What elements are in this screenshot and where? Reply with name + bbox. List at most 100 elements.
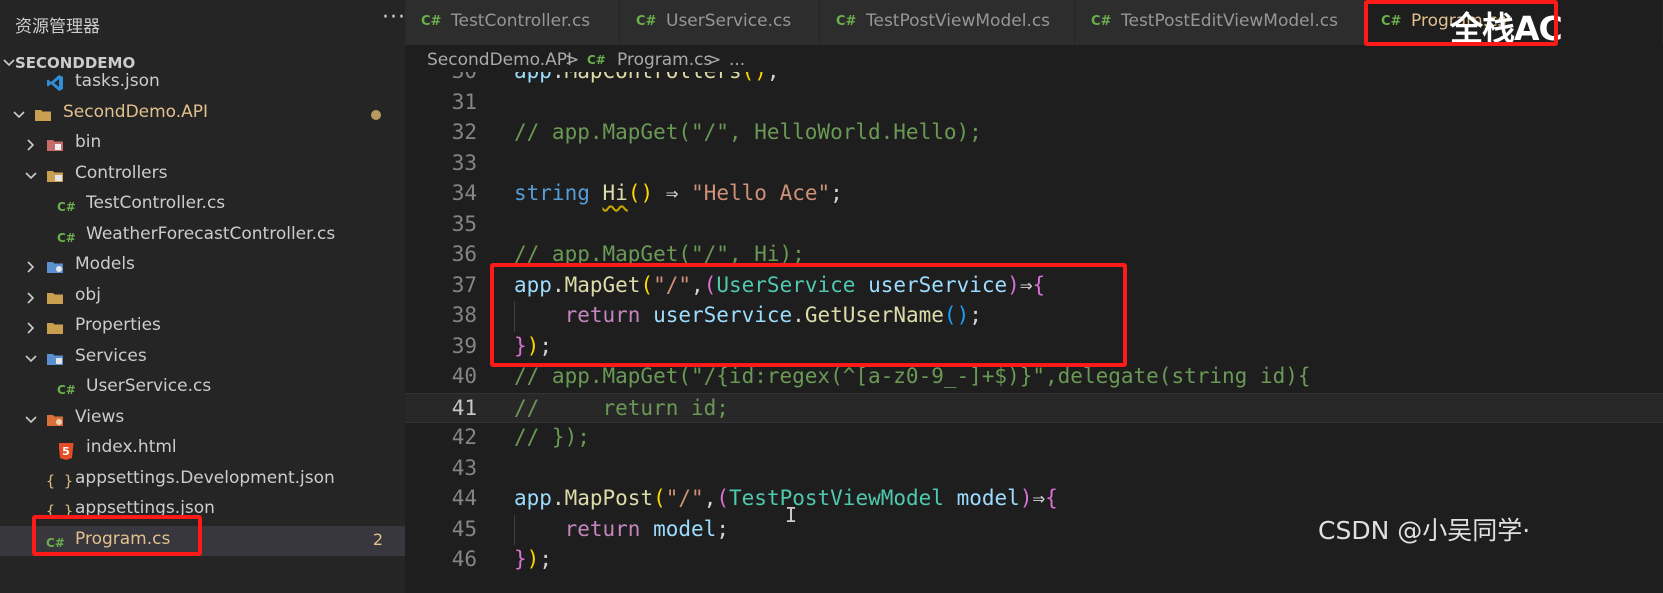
code-text: });: [514, 334, 552, 358]
tree-item[interactable]: C# WeatherForecastController.cs: [0, 221, 405, 252]
code-token: (: [703, 272, 717, 297]
tree-item[interactable]: SecondDemo.API: [0, 99, 405, 130]
code-token: // app.MapGet("/", HelloWorld.Hello);: [514, 120, 982, 144]
chevron-down-icon[interactable]: [24, 351, 38, 371]
code-token: userService: [868, 272, 1008, 297]
chevron-right-icon[interactable]: [24, 320, 38, 340]
tree-item[interactable]: obj: [0, 282, 405, 313]
line-number: 32: [451, 120, 477, 144]
code-token: }: [514, 333, 527, 358]
code-token: app: [514, 272, 552, 297]
code-token: (: [640, 272, 654, 297]
code-line[interactable]: 44 app.MapPost("/",(TestPostViewModel mod…: [405, 484, 1663, 515]
tree-item[interactable]: Controllers: [0, 160, 405, 191]
code-line[interactable]: 46});: [405, 545, 1663, 576]
breadcrumb-tail[interactable]: ...: [729, 50, 745, 70]
csharp-icon: C#: [1381, 14, 1402, 29]
views-folder-icon: [46, 410, 64, 428]
tab-testpostviewmodel[interactable]: C# TestPostViewModel.cs: [820, 0, 1075, 45]
code-token: "/": [653, 272, 692, 297]
code-line[interactable]: 34 string Hi() ⇒ "Hello Ace";: [405, 179, 1663, 210]
tab-userservice[interactable]: C# UserService.cs: [620, 0, 820, 45]
indent-guide: [514, 514, 515, 545]
tree-item[interactable]: { } appsettings.json: [0, 495, 405, 526]
tree-item[interactable]: tasks.json: [0, 68, 405, 99]
code-text: // app.MapGet("/{id:regex(^[a-z0-9_-]+$)…: [514, 364, 1311, 388]
breadcrumb-project[interactable]: SecondDemo.API: [427, 50, 572, 70]
code-token: "Hello Ace": [691, 181, 831, 205]
csharp-icon: C#: [587, 53, 606, 67]
code-token: ⇒: [653, 181, 692, 205]
tab-testposteditviewmodel[interactable]: C# TestPostEditViewModel.cs: [1075, 0, 1365, 45]
tree-item[interactable]: Services: [0, 343, 405, 374]
code-token: .: [792, 303, 805, 327]
code-line[interactable]: 30 app.MapControllers();: [405, 72, 1663, 88]
tree-item[interactable]: C# TestController.cs: [0, 190, 405, 221]
code-line[interactable]: 37 app.MapGet("/",(UserService userServic…: [405, 271, 1663, 302]
code-token: (: [627, 181, 641, 205]
code-line[interactable]: 39});: [405, 332, 1663, 363]
chevron-down-icon[interactable]: [12, 107, 26, 127]
tree-item-label: Controllers: [75, 162, 168, 183]
tree-item[interactable]: { } appsettings.Development.json: [0, 465, 405, 496]
code-token: (: [742, 72, 755, 83]
chevron-right-icon[interactable]: [24, 137, 38, 157]
chevron-right-icon[interactable]: [24, 259, 38, 279]
tree-item[interactable]: Properties: [0, 312, 405, 343]
code-line[interactable]: 41 // return id;: [405, 392, 1663, 423]
code-token: ): [754, 72, 767, 83]
explorer-title: 资源管理器: [15, 17, 100, 37]
tree-item[interactable]: C# UserService.cs: [0, 373, 405, 404]
code-line[interactable]: 36 // app.MapGet("/", Hi);: [405, 240, 1663, 271]
code-line[interactable]: 40 // app.MapGet("/{id:regex(^[a-z0-9_-]+…: [405, 362, 1663, 393]
tree-item-label: Services: [75, 345, 147, 366]
more-actions-icon[interactable]: ···: [382, 5, 405, 30]
tab-label: TestController.cs: [451, 11, 591, 31]
tree-item[interactable]: 5 index.html: [0, 434, 405, 465]
csharp-icon: C#: [57, 230, 76, 245]
code-token: "/": [665, 486, 704, 510]
explorer-header: 资源管理器 ···: [0, 0, 405, 48]
tree-item-label: obj: [75, 284, 101, 305]
tree-item[interactable]: bin: [0, 129, 405, 160]
code-text: return userService.GetUserName();: [514, 303, 982, 327]
csharp-icon: C#: [57, 200, 76, 214]
code-token: app: [514, 486, 552, 510]
line-number: 42: [451, 425, 477, 449]
code-text: app.MapGet("/",(UserService userService)…: [514, 273, 1045, 297]
tree-item-label: bin: [75, 132, 102, 152]
code-token: .: [551, 272, 565, 297]
code-line[interactable]: 42 // });: [405, 423, 1663, 454]
chevron-down-icon[interactable]: [24, 168, 38, 188]
tree-item-label: Views: [75, 406, 125, 427]
code-line[interactable]: 31: [405, 88, 1663, 119]
code-line[interactable]: 43: [405, 454, 1663, 485]
code-token: (: [653, 486, 666, 510]
code-token: // app.MapGet("/", Hi);: [514, 242, 805, 266]
tree-item[interactable]: Models: [0, 251, 405, 282]
code-token: ): [526, 333, 540, 358]
tree-item-label: Properties: [75, 315, 161, 335]
tree-item[interactable]: Views: [0, 404, 405, 435]
tree-item-label: WeatherForecastController.cs: [86, 223, 336, 244]
code-line[interactable]: 33: [405, 149, 1663, 180]
code-line[interactable]: 32 // app.MapGet("/", HelloWorld.Hello);: [405, 118, 1663, 149]
code-token: ): [1007, 272, 1020, 297]
code-text: // });: [514, 425, 590, 449]
code-line[interactable]: 35: [405, 210, 1663, 241]
tab-testcontroller[interactable]: C# TestController.cs: [405, 0, 620, 45]
breadcrumb-separator: >: [707, 50, 722, 70]
file-tree: tasks.json SecondDemo.API bin Controllers C#…: [0, 68, 405, 556]
csharp-icon: C#: [1091, 14, 1112, 29]
chevron-right-icon[interactable]: [24, 290, 38, 310]
line-number: 40: [451, 364, 477, 388]
line-number: 35: [451, 211, 477, 236]
code-line[interactable]: 38 return userService.GetUserName();: [405, 301, 1663, 332]
modified-dot-icon: [371, 109, 381, 120]
tree-item[interactable]: C# Program.cs 2: [0, 525, 405, 556]
chevron-down-icon[interactable]: [24, 412, 38, 432]
code-token: return: [564, 516, 641, 541]
breadcrumb-file[interactable]: Program.cs: [617, 50, 712, 70]
